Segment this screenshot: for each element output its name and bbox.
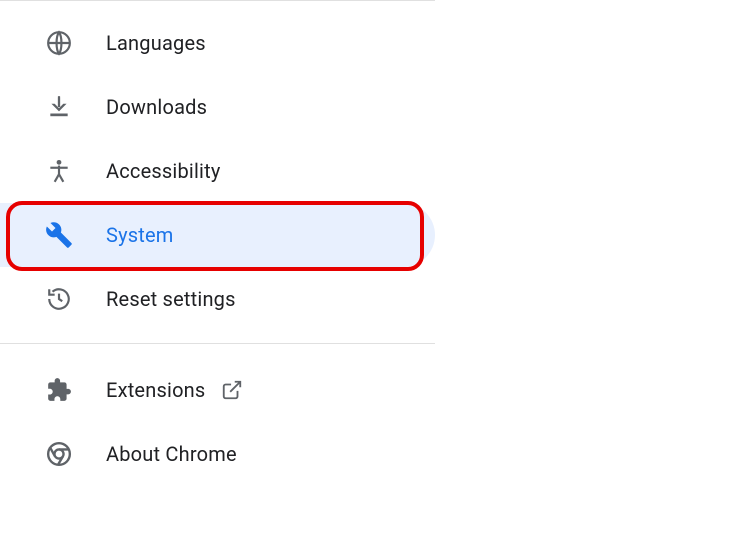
sidebar-item-accessibility[interactable]: Accessibility (0, 139, 435, 203)
sidebar-item-label: Downloads (106, 95, 207, 119)
external-link-icon (221, 379, 243, 401)
sidebar-item-languages[interactable]: Languages (0, 11, 435, 75)
sidebar-item-system[interactable]: System (0, 203, 435, 267)
reset-icon (44, 284, 74, 314)
sidebar-item-label: Accessibility (106, 159, 221, 183)
sidebar-item-extensions[interactable]: Extensions (0, 358, 435, 422)
divider (0, 343, 435, 344)
sidebar-item-label: About Chrome (106, 442, 237, 466)
extension-icon (44, 375, 74, 405)
sidebar-item-label: Languages (106, 31, 206, 55)
settings-sidebar: Languages Downloads Accessibili (0, 0, 435, 486)
accessibility-icon (44, 156, 74, 186)
download-icon (44, 92, 74, 122)
sidebar-item-about-chrome[interactable]: About Chrome (0, 422, 435, 486)
sidebar-item-label: Extensions (106, 378, 205, 402)
sidebar-item-reset-settings[interactable]: Reset settings (0, 267, 435, 331)
sidebar-item-label: System (106, 223, 174, 247)
wrench-icon (44, 220, 74, 250)
sidebar-item-downloads[interactable]: Downloads (0, 75, 435, 139)
globe-icon (44, 28, 74, 58)
chrome-icon (44, 439, 74, 469)
sidebar-item-label: Reset settings (106, 287, 236, 311)
